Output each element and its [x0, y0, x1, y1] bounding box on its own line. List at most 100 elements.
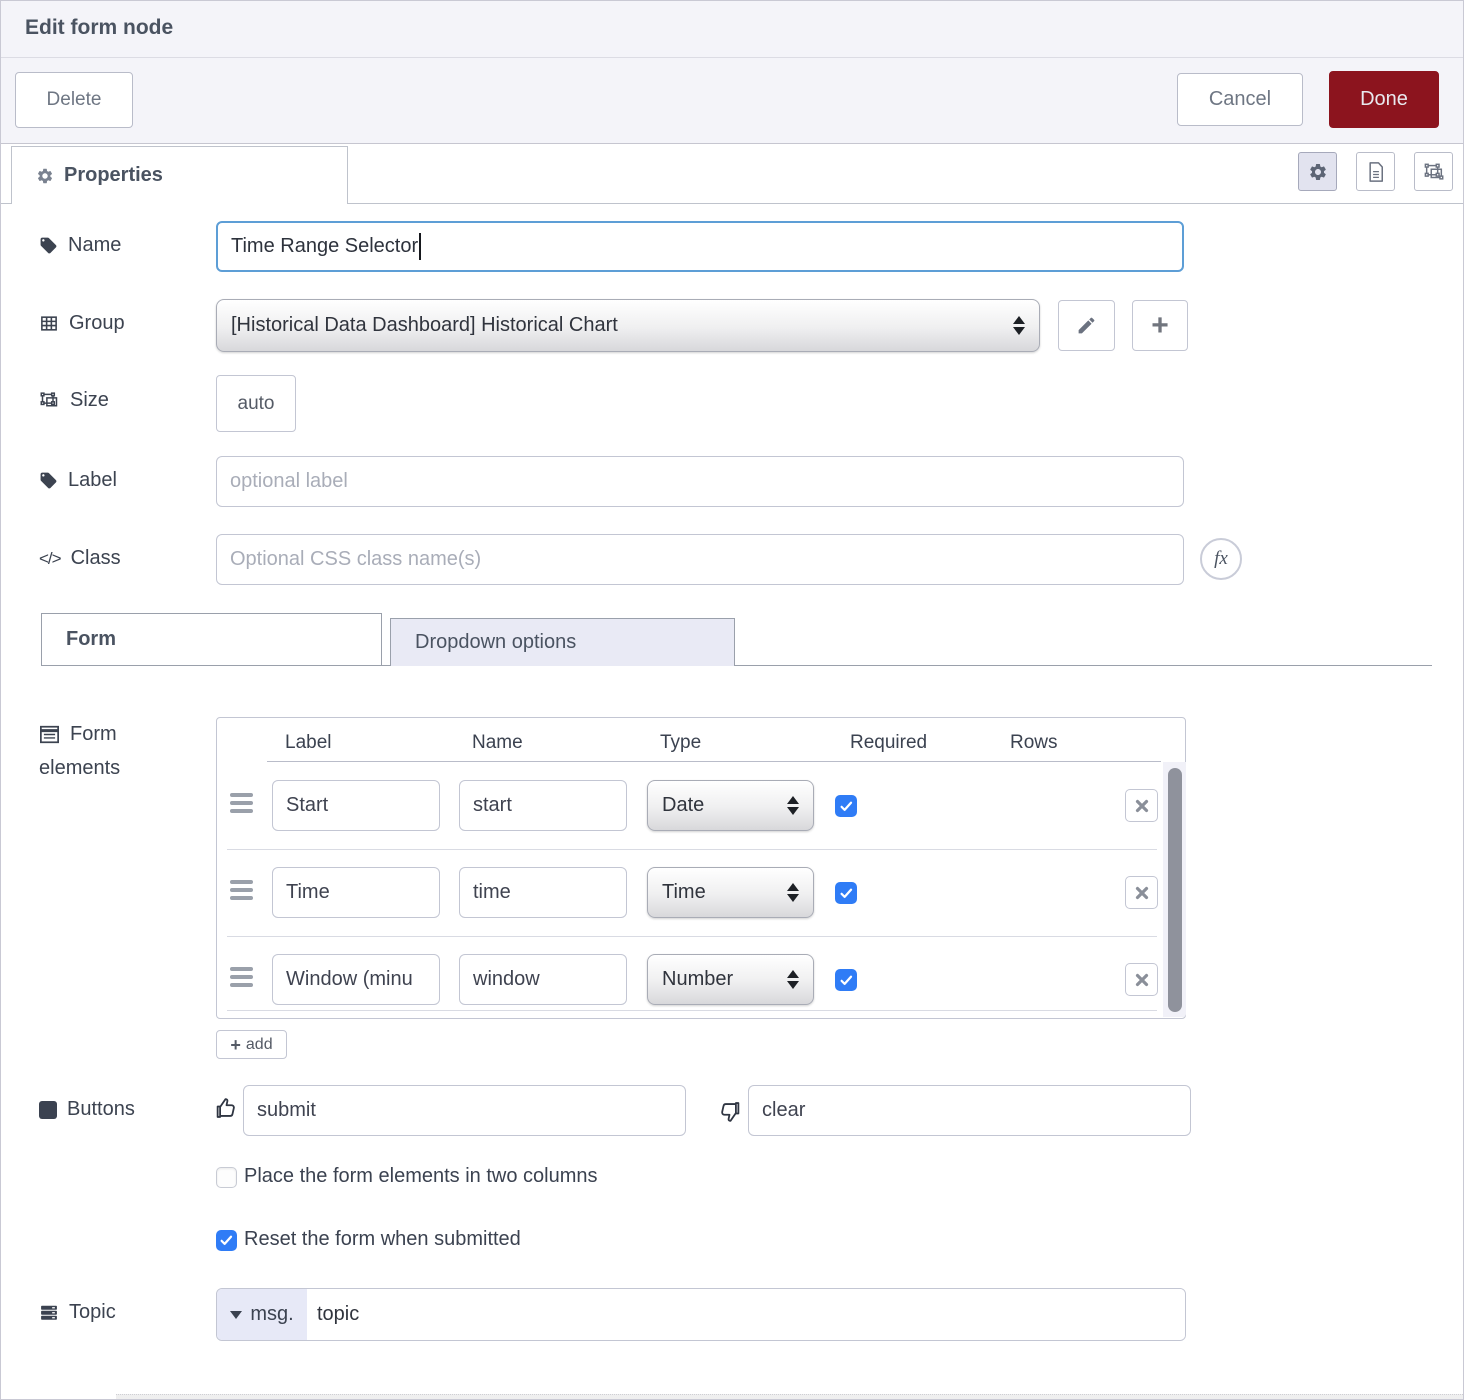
- column-header-name: Name: [472, 732, 523, 753]
- select-arrows-icon: [787, 970, 799, 989]
- label-field-label: Label: [39, 469, 117, 492]
- remove-row-button[interactable]: [1125, 876, 1158, 909]
- add-element-button[interactable]: + add: [216, 1030, 287, 1059]
- cancel-button[interactable]: Cancel: [1177, 73, 1303, 126]
- remove-row-button[interactable]: [1125, 963, 1158, 996]
- tag-icon: [39, 236, 58, 255]
- element-type-select[interactable]: Time: [647, 867, 814, 918]
- reset-on-submit-label: Reset the form when submitted: [244, 1228, 521, 1250]
- text-cursor: [419, 233, 422, 260]
- element-label-input[interactable]: [272, 867, 440, 918]
- tag-icon: [39, 471, 58, 490]
- table-scrollbar[interactable]: [1163, 762, 1186, 1017]
- select-arrows-icon: [1013, 316, 1025, 335]
- form-elements-label-line2: elements: [39, 757, 121, 779]
- element-name-input[interactable]: [459, 954, 627, 1005]
- thumb-up-icon: [212, 1095, 239, 1122]
- description-view-button[interactable]: [1356, 152, 1395, 191]
- name-input[interactable]: Time Range Selector: [216, 221, 1184, 272]
- fx-expression-button[interactable]: fx: [1200, 538, 1242, 580]
- group-field-label: Group: [39, 312, 125, 335]
- size-frame-icon: [39, 390, 60, 411]
- select-arrows-icon: [787, 883, 799, 902]
- appearance-view-button[interactable]: [1414, 152, 1453, 191]
- clipped-bottom-element: [116, 1394, 1463, 1399]
- scrollbar-thumb[interactable]: [1168, 768, 1182, 1012]
- topic-field-label: Topic: [39, 1301, 116, 1324]
- element-label-input[interactable]: [272, 954, 440, 1005]
- row-divider: [227, 1010, 1157, 1011]
- clear-button-label-input[interactable]: [748, 1085, 1191, 1136]
- gear-icon: [1308, 162, 1328, 182]
- buttons-field-label: Buttons: [39, 1098, 135, 1121]
- element-name-input[interactable]: [459, 867, 627, 918]
- drag-handle-icon[interactable]: [230, 793, 253, 813]
- checkmark-icon: [220, 1235, 233, 1245]
- column-header-required: Required: [850, 732, 928, 753]
- group-select[interactable]: [Historical Data Dashboard] Historical C…: [216, 299, 1040, 352]
- two-columns-checkbox[interactable]: [216, 1167, 237, 1188]
- topic-type-select[interactable]: msg.: [217, 1289, 307, 1340]
- topic-value-input[interactable]: [307, 1289, 1185, 1340]
- close-icon: [1135, 886, 1148, 899]
- pencil-icon: [1076, 315, 1097, 336]
- checkmark-icon: [840, 975, 852, 985]
- form-elements-label: Form: [39, 723, 117, 746]
- edit-form-node-dialog: Edit form node Delete Cancel Done Proper…: [0, 0, 1464, 1400]
- select-arrows-icon: [787, 796, 799, 815]
- plus-icon: +: [1151, 308, 1169, 342]
- label-input[interactable]: [216, 456, 1184, 507]
- size-field-label: Size: [39, 389, 109, 412]
- drag-handle-icon[interactable]: [230, 967, 253, 987]
- name-field-label: Name: [39, 234, 121, 257]
- checkmark-icon: [840, 888, 852, 898]
- element-label-input[interactable]: [272, 780, 440, 831]
- fx-icon: fx: [1214, 548, 1228, 569]
- required-checkbox[interactable]: [835, 969, 857, 991]
- delete-button[interactable]: Delete: [15, 72, 133, 128]
- column-header-label: Label: [285, 732, 332, 753]
- dialog-header: Edit form node: [1, 1, 1463, 58]
- plus-icon: +: [230, 1034, 241, 1055]
- edit-group-button[interactable]: [1058, 300, 1115, 351]
- dialog-toolbar: Delete Cancel Done: [1, 58, 1463, 144]
- form-elements-table: Label Name Type Required Rows Date: [216, 717, 1186, 1019]
- thumb-down-icon: [717, 1098, 744, 1125]
- table-row: Time: [217, 849, 1163, 936]
- reset-on-submit-checkbox[interactable]: [216, 1230, 237, 1251]
- stack-icon: [39, 1303, 59, 1322]
- two-columns-label: Place the form elements in two columns: [244, 1165, 598, 1187]
- tab-properties-label: Properties: [64, 164, 163, 186]
- tab-dropdown-options[interactable]: Dropdown options: [390, 618, 735, 666]
- list-box-icon: [39, 725, 60, 744]
- column-header-rows: Rows: [1010, 732, 1058, 753]
- drag-handle-icon[interactable]: [230, 880, 253, 900]
- done-button[interactable]: Done: [1329, 71, 1439, 128]
- remove-row-button[interactable]: [1125, 789, 1158, 822]
- size-auto-button[interactable]: auto: [216, 375, 296, 432]
- close-icon: [1135, 799, 1148, 812]
- subtab-divider: [41, 665, 1432, 666]
- checkmark-icon: [840, 801, 852, 811]
- document-icon: [1366, 161, 1386, 183]
- element-name-input[interactable]: [459, 780, 627, 831]
- close-icon: [1135, 973, 1148, 986]
- required-checkbox[interactable]: [835, 882, 857, 904]
- column-header-type: Type: [660, 732, 702, 753]
- add-group-button[interactable]: +: [1132, 300, 1188, 351]
- chevron-down-icon: [230, 1310, 243, 1319]
- tab-form[interactable]: Form: [41, 613, 382, 665]
- tab-properties[interactable]: Properties: [11, 146, 348, 204]
- code-icon: </>: [39, 548, 62, 568]
- element-type-select[interactable]: Number: [647, 954, 814, 1005]
- gear-icon: [36, 167, 54, 185]
- properties-view-button[interactable]: [1298, 152, 1337, 191]
- table-row: Date: [217, 762, 1163, 849]
- table-icon: [39, 314, 59, 333]
- class-input[interactable]: [216, 534, 1184, 585]
- submit-button-label-input[interactable]: [243, 1085, 686, 1136]
- class-field-label: </> Class: [39, 547, 121, 569]
- topic-typed-input: msg.: [216, 1288, 1186, 1341]
- required-checkbox[interactable]: [835, 795, 857, 817]
- element-type-select[interactable]: Date: [647, 780, 814, 831]
